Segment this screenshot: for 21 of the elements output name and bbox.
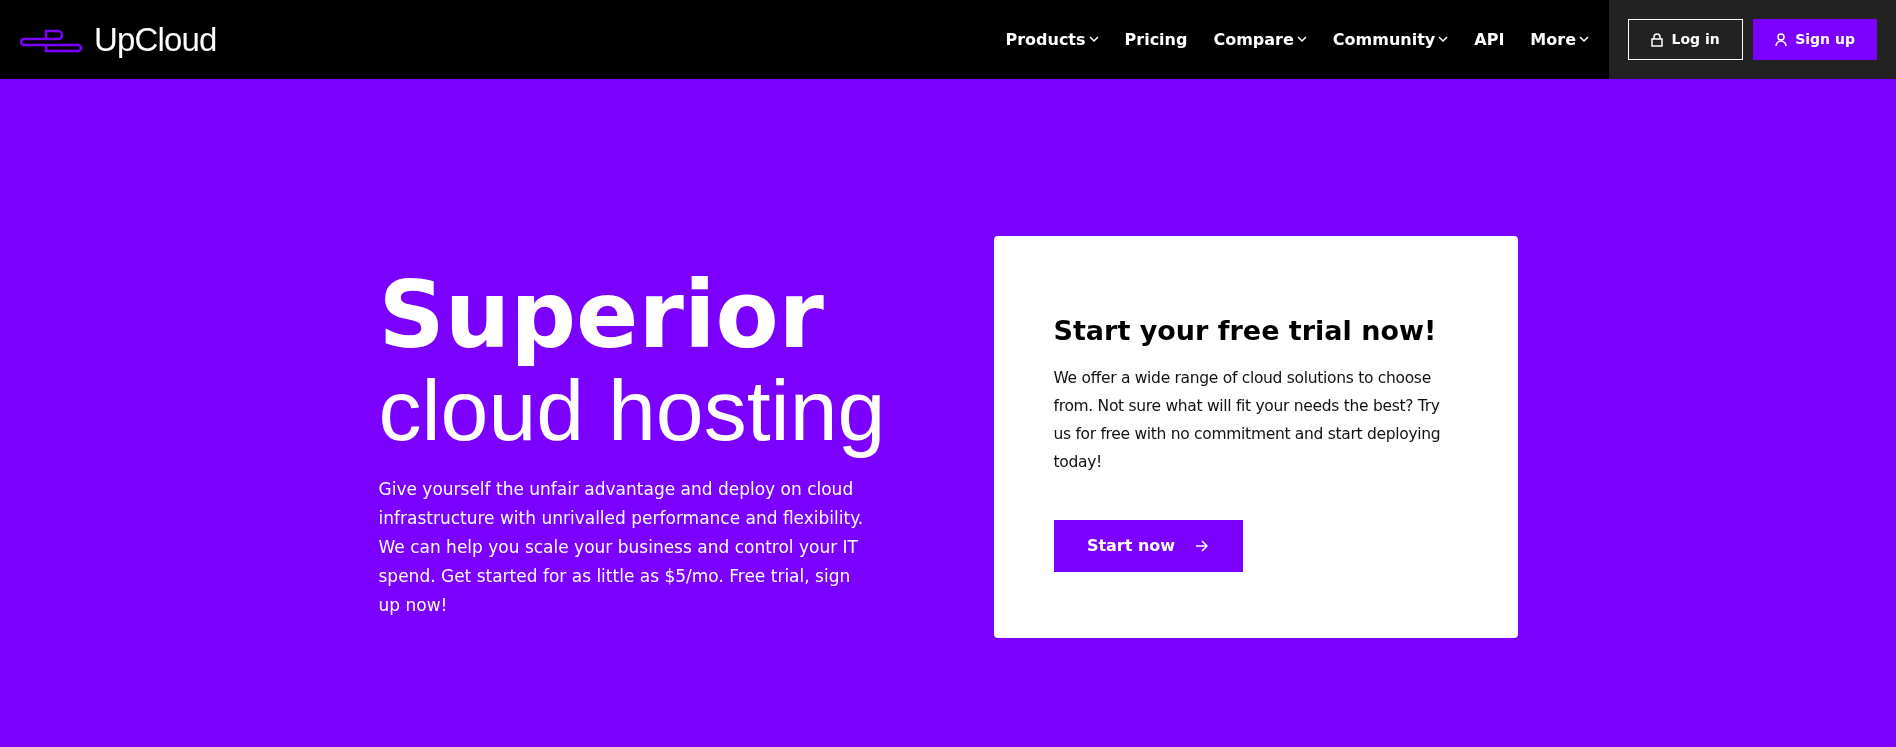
signup-button[interactable]: Sign up [1753,19,1877,60]
start-now-button[interactable]: Start now [1053,519,1243,572]
card-title: Start your free trial now! [1053,314,1438,348]
chevron-down-icon [1296,36,1307,43]
hero-description: Give yourself the unfair advantage and deploy on cloud infrastructure with unrivalled performance and flexibility. We can help you scale your business and control your IT spend. Get started for as little as $5/mo. Free trial, sign up now! [378,477,865,617]
nav-link[interactable]: Community [1332,27,1449,52]
card-description: We offer a wide range of cloud solutions to choose from. Not sure what will fit your needs the best? Try us for free with no commitment and start deploying today! [1053,367,1442,473]
user-icon [1775,32,1788,47]
nav-link[interactable]: Compare [1213,27,1307,52]
login-button[interactable]: Log in [1628,19,1744,60]
chevron-down-icon [1088,36,1099,43]
hero-title: Superior [378,268,825,365]
arrow-right-icon [1195,539,1210,552]
nav-link[interactable]: API [1474,27,1505,52]
nav-link[interactable]: More [1530,27,1589,52]
chevron-down-icon [1438,36,1449,43]
lock-icon [1651,32,1664,47]
nav-link[interactable]: Products [1005,27,1099,52]
nav-link[interactable]: Pricing [1124,27,1188,52]
logo-text[interactable]: UpCloud [94,14,217,65]
chevron-down-icon [1579,36,1589,43]
